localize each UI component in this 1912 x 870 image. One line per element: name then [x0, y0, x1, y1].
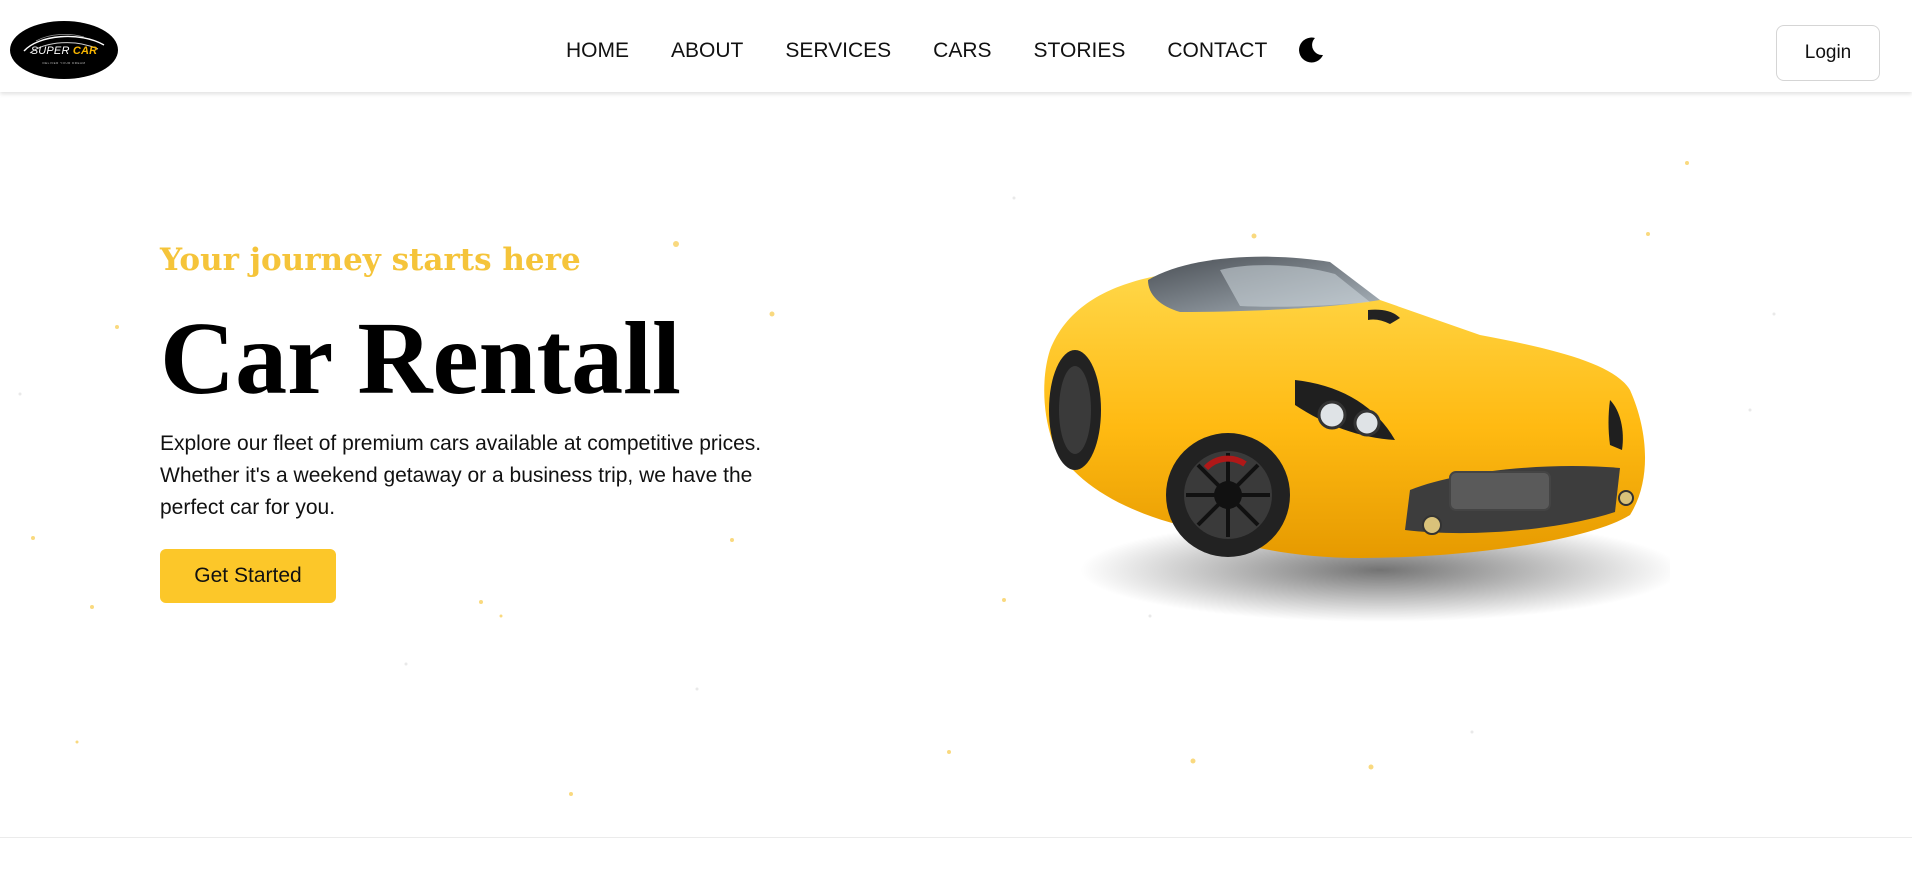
nav-links: HOME ABOUT SERVICES CARS STORIES CONTACT: [566, 38, 1267, 64]
hero-description: Explore our fleet of premium cars availa…: [160, 432, 762, 519]
logo-wordmark: SUPER CAR: [30, 45, 98, 57]
nav-cars[interactable]: CARS: [933, 38, 991, 64]
brand-logo[interactable]: SUPER CAR DELIVER YOUR DREAM: [10, 21, 118, 79]
nav-stories[interactable]: STORIES: [1034, 38, 1126, 64]
section-divider: [0, 837, 1912, 838]
hero-tagline: Your journey starts here: [160, 242, 581, 278]
logo-tagline: DELIVER YOUR DREAM: [42, 61, 86, 65]
nav-home[interactable]: HOME: [566, 38, 629, 64]
hero-section: Your journey starts here Car Rentall Exp…: [160, 238, 780, 603]
nav-about[interactable]: ABOUT: [671, 38, 743, 64]
moon-icon[interactable]: [1296, 35, 1326, 65]
nav-contact[interactable]: CONTACT: [1167, 38, 1267, 64]
get-started-button[interactable]: Get Started: [160, 549, 336, 603]
login-button[interactable]: Login: [1776, 25, 1880, 81]
hero-car-image: [1044, 256, 1670, 622]
nav-services[interactable]: SERVICES: [785, 38, 891, 64]
navbar: SUPER CAR DELIVER YOUR DREAM HOME ABOUT …: [0, 0, 1912, 92]
hero-title: Car Rentall: [160, 301, 681, 416]
